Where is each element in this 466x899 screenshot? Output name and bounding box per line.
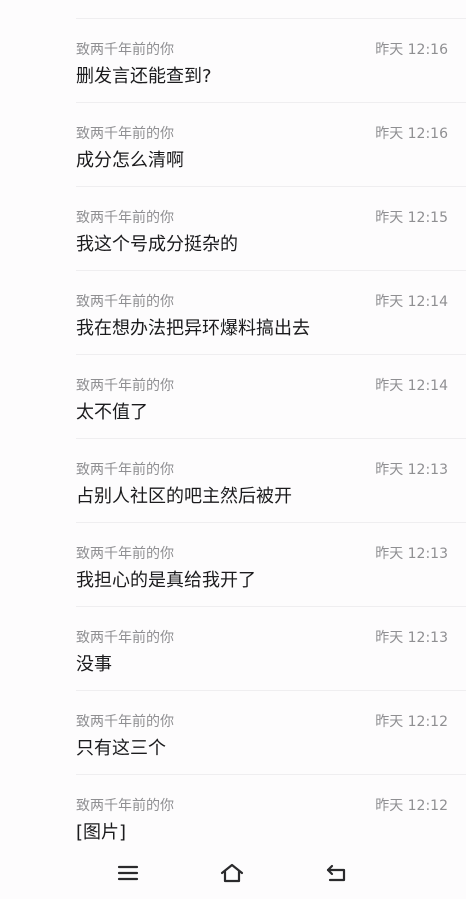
list-item[interactable]: 致两千年前的你 昨天 12:13 占别人社区的吧主然后被开 bbox=[0, 439, 466, 523]
sender-name: 致两千年前的你 bbox=[76, 462, 174, 478]
back-button[interactable] bbox=[322, 858, 352, 888]
sender-name: 致两千年前的你 bbox=[76, 210, 174, 226]
message-text: [图片] bbox=[76, 822, 127, 843]
timestamp: 昨天 12:13 bbox=[375, 630, 448, 646]
list-item[interactable]: 致两千年前的你 昨天 12:12 [图片] bbox=[0, 775, 466, 848]
list-item[interactable]: 致两千年前的你 昨天 12:16 成分怎么清啊 bbox=[0, 103, 466, 187]
timestamp: 昨天 12:15 bbox=[375, 210, 448, 226]
list-item[interactable]: 致两千年前的你 昨天 12:16 删发言还能查到? bbox=[0, 19, 466, 103]
sender-name: 致两千年前的你 bbox=[76, 42, 174, 58]
message-text: 我担心的是真给我开了 bbox=[76, 570, 256, 591]
home-button[interactable] bbox=[217, 858, 247, 888]
sender-name: 致两千年前的你 bbox=[76, 126, 174, 142]
timestamp: 昨天 12:14 bbox=[375, 378, 448, 394]
menu-icon bbox=[117, 865, 139, 881]
back-icon bbox=[326, 864, 346, 882]
timestamp: 昨天 12:12 bbox=[375, 798, 448, 814]
list-item[interactable]: 致两千年前的你 昨天 12:14 太不值了 bbox=[0, 355, 466, 439]
timestamp: 昨天 12:16 bbox=[375, 126, 448, 142]
list-item[interactable]: 致两千年前的你 昨天 12:13 没事 bbox=[0, 607, 466, 691]
timestamp: 昨天 12:13 bbox=[375, 546, 448, 562]
home-icon bbox=[220, 863, 244, 883]
message-text: 删发言还能查到? bbox=[76, 66, 212, 87]
timestamp: 昨天 12:14 bbox=[375, 294, 448, 310]
message-text: 我这个号成分挺杂的 bbox=[76, 234, 238, 255]
list-item[interactable]: 致两千年前的你 昨天 12:12 只有这三个 bbox=[0, 691, 466, 775]
message-text: 成分怎么清啊 bbox=[76, 150, 184, 171]
message-text: 没事 bbox=[76, 654, 112, 675]
sender-name: 致两千年前的你 bbox=[76, 798, 174, 814]
sender-name: 致两千年前的你 bbox=[76, 546, 174, 562]
list-item[interactable]: 致两千年前的你 昨天 12:15 我这个号成分挺杂的 bbox=[0, 187, 466, 271]
message-text: 我在想办法把异环爆料搞出去 bbox=[76, 318, 310, 339]
message-text: 太不值了 bbox=[76, 402, 148, 423]
list-item[interactable]: 致两千年前的你 昨天 12:13 我担心的是真给我开了 bbox=[0, 523, 466, 607]
sender-name: 致两千年前的你 bbox=[76, 630, 174, 646]
message-text: 占别人社区的吧主然后被开 bbox=[76, 486, 292, 507]
sender-name: 致两千年前的你 bbox=[76, 378, 174, 394]
timestamp: 昨天 12:12 bbox=[375, 714, 448, 730]
sender-name: 致两千年前的你 bbox=[76, 714, 174, 730]
timestamp: 昨天 12:16 bbox=[375, 42, 448, 58]
sender-name: 致两千年前的你 bbox=[76, 294, 174, 310]
message-text: 只有这三个 bbox=[76, 738, 166, 759]
timestamp: 昨天 12:13 bbox=[375, 462, 448, 478]
system-navigation-bar bbox=[0, 848, 466, 899]
menu-button[interactable] bbox=[113, 858, 143, 888]
list-item[interactable]: 致两千年前的你 昨天 12:14 我在想办法把异环爆料搞出去 bbox=[0, 271, 466, 355]
message-list[interactable]: 致两千年前的你 昨天 12:16 删发言还能查到? 致两千年前的你 昨天 12:… bbox=[0, 0, 466, 848]
